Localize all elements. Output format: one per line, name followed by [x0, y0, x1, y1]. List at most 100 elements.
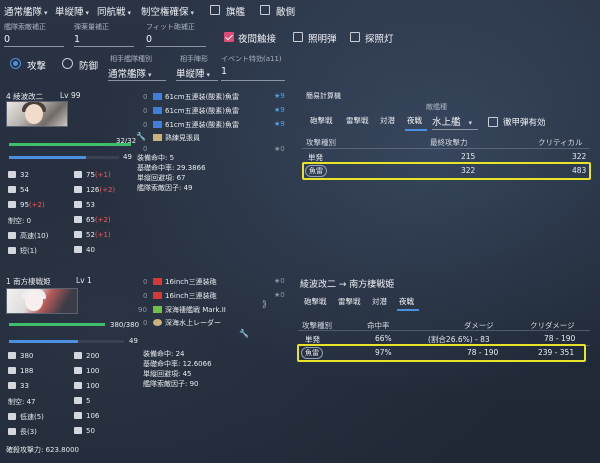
ship2-equip-3[interactable]: 90 深海褄艦戦 Mark.II [138, 305, 298, 315]
speed-icon [8, 413, 16, 420]
battle-row1-hit: 66% [375, 334, 392, 343]
event-bonus-label: イベント特効(a11) [221, 55, 282, 63]
tab-asw[interactable]: 対潜 [372, 296, 387, 307]
ship1-equip-1[interactable]: 0 61cm五連装(酸素)魚雷 ★9 [143, 92, 298, 102]
fleet-fix-input[interactable]: 0 [4, 34, 10, 45]
ship1-aa-stat: 53 [74, 201, 95, 209]
ship1-equip-2[interactable]: 0 61cm五連装(酸素)魚雷 ★9 [143, 106, 298, 116]
night-contact-checkbox[interactable] [224, 32, 234, 42]
event-bonus-input[interactable]: 1 [221, 66, 227, 77]
ship2-info-3: 単縦回避項: 45 [143, 370, 192, 378]
firepower-icon [74, 171, 82, 178]
ship1-portrait[interactable] [6, 101, 68, 127]
evasion-icon [8, 382, 16, 389]
formation-dropdown[interactable]: 通常艦隊 ▾ [4, 4, 48, 18]
enemy-type-dropdown[interactable]: 通常艦隊 ▾ [108, 66, 152, 80]
aa-icon [74, 382, 82, 389]
torpedo-icon [153, 93, 162, 100]
range-icon [8, 247, 16, 254]
heart-icon [8, 352, 16, 359]
fighter-icon [153, 306, 162, 313]
calc-row2-type: 魚雷 [305, 165, 327, 177]
battle-row2-type: 魚雷 [301, 347, 323, 359]
enemy-side-checkbox[interactable] [260, 5, 270, 15]
ammo-fix-label: 弾薬量補正 [74, 23, 109, 31]
calc-row2-power: 322 [461, 166, 476, 175]
flagship-checkbox[interactable] [210, 5, 220, 15]
line-dropdown[interactable]: 単縦陣 ▾ [55, 4, 89, 18]
wrench-icon[interactable]: 🔧 [239, 329, 249, 338]
ship1-morale: 49 [123, 153, 132, 161]
ship1-air-stat: 制空: 0 [8, 217, 32, 225]
torpedo-stat-icon [74, 186, 82, 193]
calc-header-crit: クリティカル [538, 138, 583, 147]
enemy-form-label: 相手陣形 [180, 55, 208, 63]
defense-radio[interactable] [62, 58, 73, 69]
ship2-hp-stat: 380 [8, 352, 33, 360]
ship1-armor-stat: 54 [8, 186, 29, 194]
attack-radio[interactable] [10, 58, 21, 69]
torpedo-icon [153, 121, 162, 128]
ship2-speed-stat: 低速(5) [8, 412, 44, 422]
target-type-dropdown[interactable]: 水上艦 ▾ [432, 114, 472, 128]
tab-torpedo[interactable]: 雷撃戦 [338, 296, 361, 307]
ship1-torpedo-stat: 126(+2) [74, 186, 115, 194]
battle-row2-hit: 97% [375, 348, 392, 357]
ship1-equip-3[interactable]: 0 61cm五連装(酸素)魚雷 ★9 [143, 120, 298, 130]
attack-label: 攻撃 [27, 61, 47, 72]
ship1-luck-stat: 40 [74, 246, 95, 254]
calc-row1-power: 215 [461, 152, 476, 161]
air-state-dropdown[interactable]: 制空権確保 ▾ [141, 4, 194, 18]
battle-row1-crit: 78 - 190 [544, 334, 576, 343]
aa-icon [74, 201, 82, 208]
ship1-asw-stat: 65(+2) [74, 216, 111, 224]
enemy-form-dropdown[interactable]: 単縦陣 ▾ [176, 66, 210, 80]
speed-icon [8, 232, 16, 239]
chevron-down-icon: ▾ [85, 9, 90, 17]
ship2-equip-2[interactable]: 0 16inch三連装砲 ★0 [143, 291, 298, 301]
firepower-icon [74, 352, 82, 359]
tab-shelling[interactable]: 砲撃戦 [304, 296, 327, 307]
night-contact-label: 夜間触接 [238, 34, 277, 45]
ship1-equip-5[interactable]: 0 ★0 [143, 145, 298, 153]
ship2-info-2: 基礎命中率: 12.6066 [143, 360, 212, 368]
lookout-icon [153, 134, 162, 141]
ship2-equip-4[interactable]: 0 深海水上レーダー [143, 318, 298, 328]
ship2-asw-stat: 5 [74, 397, 90, 405]
luck-icon [74, 246, 82, 253]
wrench-icon[interactable]: 🔧 [136, 132, 146, 141]
calc-header-type: 攻撃種別 [306, 138, 336, 147]
tab-night[interactable]: 夜戦 [407, 115, 422, 126]
ship2-equip-1[interactable]: 0 16inch三連装砲 ★0 [143, 277, 298, 287]
heart-icon [8, 171, 16, 178]
tab-torpedo[interactable]: 雷撃戦 [346, 115, 369, 126]
chevron-down-icon: ▾ [127, 9, 132, 17]
asw-icon [74, 397, 82, 404]
chevron-down-icon: ▾ [468, 119, 473, 127]
ship2-aa-stat: 100 [74, 382, 99, 390]
ammo-fix-input[interactable]: 1 [74, 34, 80, 45]
ship2-range-stat: 長(3) [8, 427, 37, 437]
calc-row2-crit: 483 [572, 166, 587, 175]
ship2-portrait[interactable] [6, 288, 78, 314]
armor-icon [8, 186, 16, 193]
ship2-torpedo-stat: 100 [74, 367, 99, 375]
calc-header-power: 最終攻撃力 [430, 138, 468, 147]
star-shell-checkbox[interactable] [293, 32, 303, 42]
tab-night[interactable]: 夜戦 [399, 296, 414, 307]
searchlight-checkbox[interactable] [350, 32, 360, 42]
ship2-evasion-stat: 33 [8, 382, 29, 390]
tab-shelling[interactable]: 砲撃戦 [310, 115, 333, 126]
ship2-firepower-stat: 200 [74, 352, 99, 360]
ship1-equip-4[interactable]: 熟練見張員 [143, 133, 298, 143]
proficiency-icon[interactable]: ⟫ [262, 300, 267, 310]
fit-fix-input[interactable]: 0 [146, 34, 152, 45]
fleet-fix-label: 艦隊索敵補正 [4, 23, 46, 31]
ship2-info-1: 装備命中: 24 [143, 350, 185, 358]
chevron-down-icon: ▾ [44, 9, 48, 17]
ap-shell-checkbox[interactable] [488, 117, 498, 127]
enemy-side-label: 敵側 [276, 7, 296, 18]
engagement-dropdown[interactable]: 同航戦 ▾ [97, 4, 131, 18]
tab-asw[interactable]: 対潜 [380, 115, 395, 126]
battle-tabs: 砲撃戦 雷撃戦 対潜 夜戦 [302, 296, 442, 311]
